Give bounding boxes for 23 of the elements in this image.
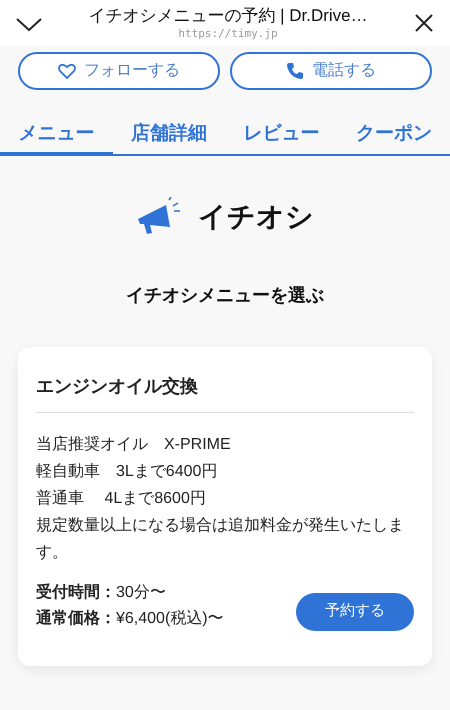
reserve-button[interactable]: 予約する [296,592,414,630]
tab[interactable]: レビュー [225,120,338,154]
description-line: 規定数量以上になる場合は追加料金が発生いたします。 [36,516,405,562]
section-subheading: イチオシメニューを選ぶ [125,284,325,306]
section-heading: イチオシ [198,200,314,234]
megaphone-icon [136,196,182,236]
description-line: 軽自動車 3Lまで6400円 [36,462,218,482]
menu-title: エンジンオイル交換 [36,372,414,412]
description-line: 普通車 4Lまで8600円 [36,488,207,508]
follow-button[interactable]: フォローする [18,52,220,90]
phone-icon [286,62,304,80]
close-icon[interactable] [414,13,434,33]
tab[interactable]: 店舗詳細 [112,120,225,154]
detail-line: 受付時間：30分〜 [36,582,167,602]
tab[interactable]: メニュー [0,120,112,156]
page-url: https://timy.jp [178,27,278,41]
detail-line: 通常価格：¥6,400(税込)〜 [36,608,225,628]
call-button[interactable]: 電話する [230,52,432,90]
heart-icon [58,63,76,79]
description-line: 当店推奨オイル X-PRIME [36,434,232,454]
page-title: イチオシメニューの予約 | Dr.Drive… [88,5,368,27]
tab[interactable]: クーポン [338,120,450,154]
collapse-icon[interactable] [16,18,42,32]
